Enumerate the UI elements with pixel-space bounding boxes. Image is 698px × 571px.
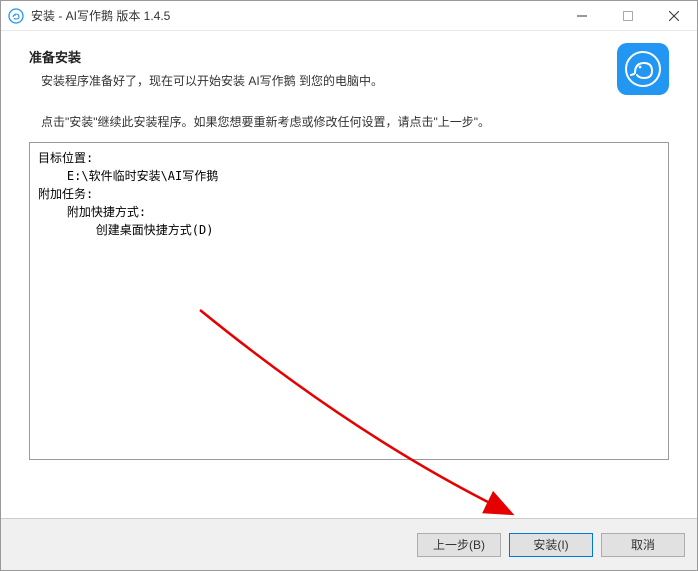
installer-window: 安装 - AI写作鹅 版本 1.4.5 准备安装 安装程序准备好了，现在可以开始…: [0, 0, 698, 571]
close-button[interactable]: [651, 1, 697, 31]
summary-line: 附加任务:: [38, 185, 660, 203]
header-text: 准备安装 安装程序准备好了，现在可以开始安装 AI写作鹅 到您的电脑中。: [29, 47, 609, 89]
content-area: 准备安装 安装程序准备好了，现在可以开始安装 AI写作鹅 到您的电脑中。 点击"…: [1, 31, 697, 518]
app-icon-large: [617, 43, 669, 95]
install-button[interactable]: 安装(I): [509, 533, 593, 557]
page-heading: 准备安装: [29, 47, 609, 66]
instruction-text: 点击"安装"继续此安装程序。如果您想要重新考虑或修改任何设置，请点击"上一步"。: [29, 113, 669, 130]
window-controls: [559, 1, 697, 31]
summary-line: E:\软件临时安装\AI写作鹅: [38, 167, 660, 185]
summary-textbox[interactable]: 目标位置: E:\软件临时安装\AI写作鹅 附加任务: 附加快捷方式: 创建桌面…: [29, 142, 669, 460]
maximize-button[interactable]: [605, 1, 651, 31]
back-button[interactable]: 上一步(B): [417, 533, 501, 557]
titlebar: 安装 - AI写作鹅 版本 1.4.5: [1, 1, 697, 31]
cancel-button[interactable]: 取消: [601, 533, 685, 557]
summary-line: 附加快捷方式:: [38, 203, 660, 221]
page-subheading: 安装程序准备好了，现在可以开始安装 AI写作鹅 到您的电脑中。: [29, 72, 609, 89]
button-bar: 上一步(B) 安装(I) 取消: [1, 518, 697, 570]
window-title: 安装 - AI写作鹅 版本 1.4.5: [31, 7, 559, 24]
header-row: 准备安装 安装程序准备好了，现在可以开始安装 AI写作鹅 到您的电脑中。: [29, 47, 669, 95]
summary-line: 创建桌面快捷方式(D): [38, 221, 660, 239]
app-icon-small: [7, 7, 25, 25]
minimize-button[interactable]: [559, 1, 605, 31]
summary-line: 目标位置:: [38, 149, 660, 167]
